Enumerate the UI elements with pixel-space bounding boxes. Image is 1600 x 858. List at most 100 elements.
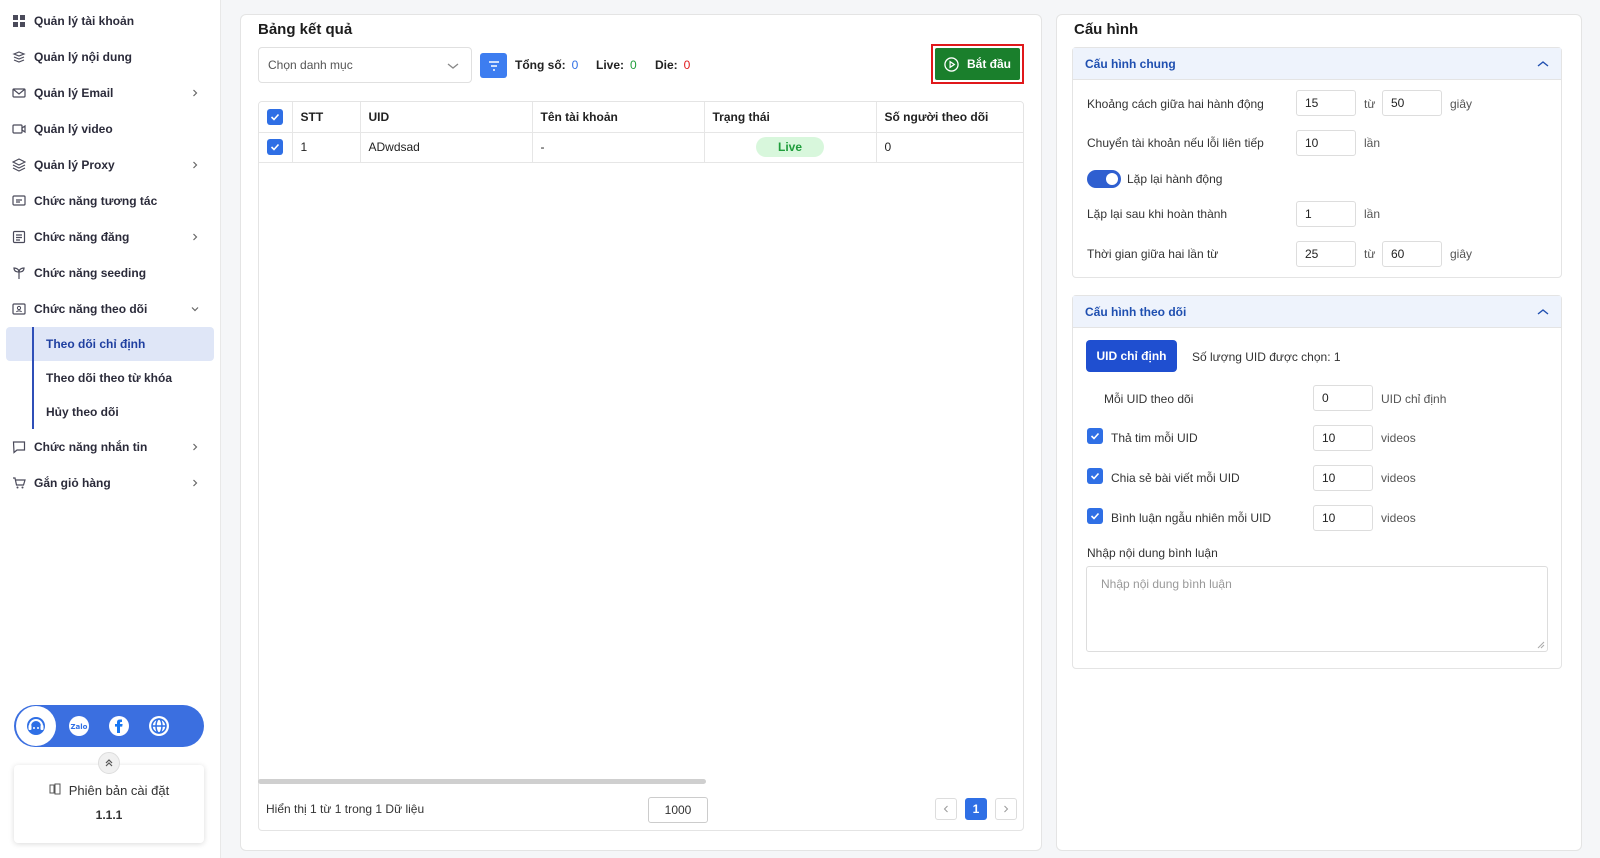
comment-input[interactable]: 10 bbox=[1313, 505, 1373, 531]
col-followers[interactable]: Số người theo dõi bbox=[876, 102, 1023, 133]
row-checkbox[interactable] bbox=[267, 139, 283, 155]
delay-from-input[interactable]: 15 bbox=[1296, 90, 1356, 116]
share-input[interactable]: 10 bbox=[1313, 465, 1373, 491]
sidebar-item-label: Quản lý Proxy bbox=[34, 158, 115, 172]
sidebar-item-chuc-nang-seeding[interactable]: Chức năng seeding bbox=[0, 255, 220, 291]
col-status[interactable]: Trạng thái bbox=[704, 102, 877, 133]
col-uid[interactable]: UID bbox=[360, 102, 533, 133]
collapse-button[interactable] bbox=[98, 752, 120, 774]
uid-specified-button[interactable]: UID chỉ định bbox=[1086, 340, 1177, 372]
col-stt[interactable]: STT bbox=[292, 102, 361, 133]
per-uid-unit: UID chỉ định bbox=[1381, 392, 1447, 406]
interact-icon bbox=[12, 194, 26, 208]
status-badge: Live bbox=[755, 137, 824, 157]
horizontal-scrollbar[interactable] bbox=[258, 779, 706, 784]
follow-config-title: Cấu hình theo dõi bbox=[1085, 304, 1187, 319]
heart-checkbox[interactable] bbox=[1087, 428, 1103, 444]
sidebar-item-gan-gio-hang[interactable]: Gắn giỏ hàng bbox=[0, 465, 220, 501]
total-stat: Tổng số: 0 bbox=[515, 58, 578, 72]
results-title: Bảng kết quả bbox=[252, 16, 359, 44]
unit-seconds-2: giây bbox=[1450, 247, 1473, 261]
globe-icon[interactable] bbox=[142, 709, 176, 743]
comment-checkbox[interactable] bbox=[1087, 508, 1103, 524]
filter-icon bbox=[488, 60, 499, 71]
chevron-right-icon bbox=[190, 231, 200, 241]
sidebar-item-label: Chức năng theo dõi bbox=[34, 302, 148, 316]
sidebar-item-quan-ly-video[interactable]: Quản lý video bbox=[0, 111, 220, 147]
filter-button[interactable] bbox=[480, 53, 507, 78]
total-value: 0 bbox=[571, 58, 579, 72]
heart-input[interactable]: 10 bbox=[1313, 425, 1373, 451]
comment-unit: videos bbox=[1381, 511, 1416, 525]
support-icon[interactable] bbox=[16, 706, 56, 746]
mail-icon bbox=[12, 86, 26, 100]
message-icon bbox=[12, 440, 26, 454]
delay-to-input[interactable]: 50 bbox=[1382, 90, 1442, 116]
sidebar-item-quan-ly-tai-khoan[interactable]: Quản lý tài khoản bbox=[0, 3, 220, 39]
sidebar-item-chuc-nang-theo-doi[interactable]: Chức năng theo dõi bbox=[0, 291, 220, 327]
grid-icon bbox=[12, 14, 26, 28]
sidebar-item-label: Chức năng đăng bbox=[34, 230, 130, 244]
table-header-row: STT UID Tên tài khoản Trạng thái Số ngườ… bbox=[259, 102, 1023, 133]
sidebar-item-label: Quản lý tài khoản bbox=[34, 14, 135, 28]
interval-to-input[interactable]: 60 bbox=[1382, 241, 1442, 267]
comment-content-placeholder: Nhập nội dung bình luận bbox=[1101, 577, 1232, 591]
repeat-toggle[interactable] bbox=[1087, 170, 1121, 188]
pagination-info: Hiển thị 1 từ 1 trong 1 Dữ liệu bbox=[266, 802, 425, 816]
sidebar-subitem-huy-theo-doi[interactable]: Hủy theo dõi bbox=[6, 395, 214, 429]
resize-handle-icon[interactable] bbox=[1537, 641, 1545, 649]
die-value: 0 bbox=[683, 58, 691, 72]
svg-text:Zalo: Zalo bbox=[70, 723, 87, 731]
general-config-header[interactable]: Cấu hình chung bbox=[1073, 48, 1561, 80]
sidebar-item-quan-ly-proxy[interactable]: Quản lý Proxy bbox=[0, 147, 220, 183]
share-checkbox[interactable] bbox=[1087, 468, 1103, 484]
comment-content-label: Nhập nội dung bình luận bbox=[1087, 546, 1218, 560]
facebook-icon[interactable] bbox=[102, 709, 136, 743]
share-unit: videos bbox=[1381, 471, 1416, 485]
chevron-up-icon[interactable] bbox=[1537, 59, 1549, 69]
page-size-input[interactable]: 1000 bbox=[648, 797, 708, 823]
follow-config-header[interactable]: Cấu hình theo dõi bbox=[1073, 296, 1561, 328]
select-all-checkbox[interactable] bbox=[267, 108, 283, 125]
unit-seconds: giây bbox=[1450, 97, 1473, 111]
sidebar-item-chuc-nang-dang[interactable]: Chức năng đăng bbox=[0, 219, 220, 255]
start-button[interactable]: Bắt đầu bbox=[931, 44, 1024, 84]
version-number: 1.1.1 bbox=[95, 808, 123, 822]
sidebar-item-label: Quản lý Email bbox=[34, 86, 114, 100]
per-uid-label: Mỗi UID theo dõi bbox=[1104, 392, 1194, 406]
next-page-button[interactable] bbox=[995, 798, 1017, 820]
page-1-button[interactable]: 1 bbox=[965, 798, 987, 820]
col-name[interactable]: Tên tài khoản bbox=[532, 102, 705, 133]
chevron-right-icon bbox=[190, 87, 200, 97]
layers-icon bbox=[12, 50, 26, 64]
chevron-right-icon bbox=[190, 441, 200, 451]
repeat-after-input[interactable]: 1 bbox=[1296, 201, 1356, 227]
sidebar-item-chuc-nang-tuong-tac[interactable]: Chức năng tương tác bbox=[0, 183, 220, 219]
cell-followers: 0 bbox=[876, 132, 1023, 163]
sidebar-item-chuc-nang-nhan-tin[interactable]: Chức năng nhắn tin bbox=[0, 429, 220, 465]
switch-input[interactable]: 10 bbox=[1296, 130, 1356, 156]
category-placeholder: Chọn danh mục bbox=[268, 58, 353, 72]
category-select[interactable]: Chọn danh mục bbox=[258, 47, 472, 83]
sidebar-item-label: Chức năng seeding bbox=[34, 266, 147, 280]
live-label: Live: bbox=[596, 58, 625, 72]
sidebar-item-quan-ly-noi-dung[interactable]: Quản lý nội dung bbox=[0, 39, 220, 75]
comment-label: Bình luận ngẫu nhiên mỗi UID bbox=[1111, 511, 1272, 525]
zalo-icon[interactable]: Zalo bbox=[62, 709, 96, 743]
chevron-left-icon bbox=[943, 805, 948, 813]
prev-page-button[interactable] bbox=[935, 798, 957, 820]
comment-content-textarea[interactable]: Nhập nội dung bình luận bbox=[1086, 566, 1548, 652]
sidebar-subitem-theo-doi-chi-dinh[interactable]: Theo dõi chỉ định bbox=[6, 327, 214, 361]
cell-name: - bbox=[532, 132, 705, 163]
table-row[interactable]: 1 ADwdsad - Live 0 bbox=[259, 132, 1023, 163]
interval-from-input[interactable]: 25 bbox=[1296, 241, 1356, 267]
cell-stt: 1 bbox=[292, 132, 361, 163]
sidebar-item-quan-ly-email[interactable]: Quản lý Email bbox=[0, 75, 220, 111]
share-label: Chia sẻ bài viết mỗi UID bbox=[1111, 471, 1240, 485]
sidebar-item-label: Quản lý video bbox=[34, 122, 113, 136]
per-uid-input[interactable]: 0 bbox=[1313, 385, 1373, 411]
chevron-up-icon[interactable] bbox=[1537, 307, 1549, 317]
repeat-toggle-label: Lặp lại hành động bbox=[1127, 172, 1223, 186]
sidebar-subitem-theo-doi-theo-tu-khoa[interactable]: Theo dõi theo từ khóa bbox=[6, 361, 214, 395]
results-table: STT UID Tên tài khoản Trạng thái Số ngườ… bbox=[258, 101, 1024, 831]
